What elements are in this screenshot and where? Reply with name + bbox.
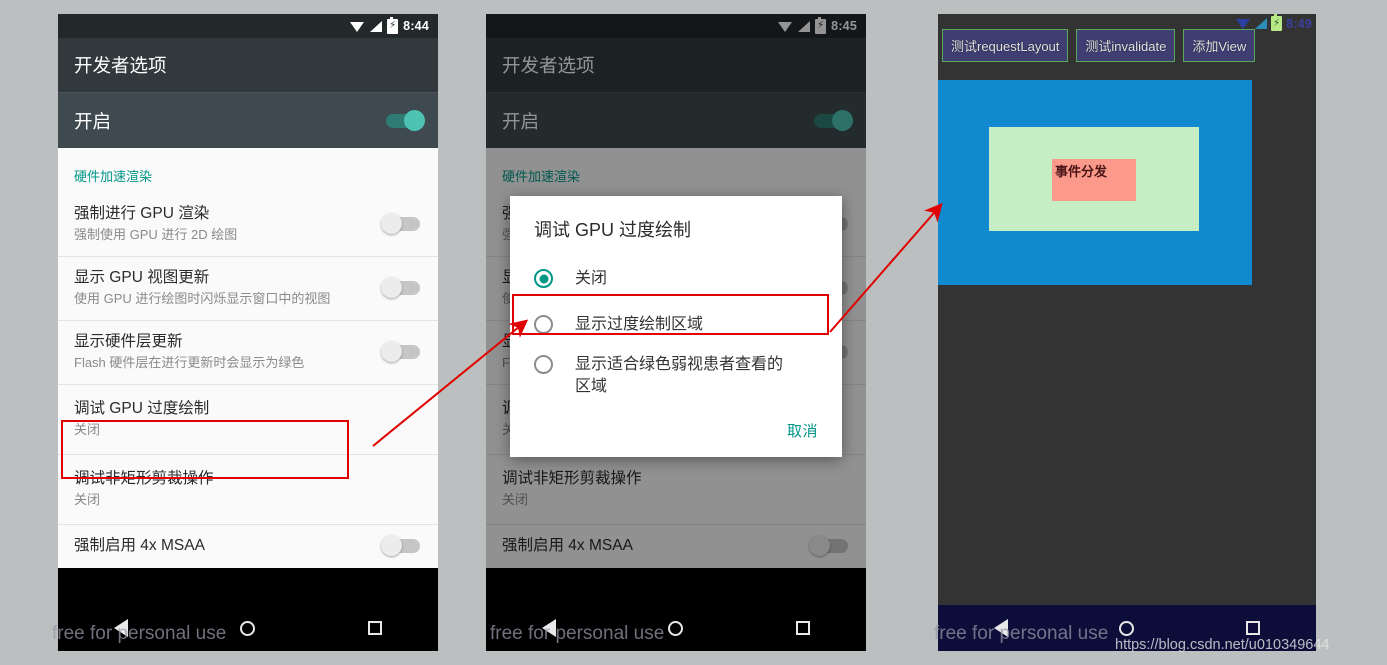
- page-title: 开发者选项: [502, 55, 595, 76]
- home-icon[interactable]: [240, 620, 256, 636]
- test-request-layout-button[interactable]: 测试requestLayout: [942, 29, 1069, 62]
- settings-row-show-gpu-view-updates[interactable]: 显示 GPU 视图更新 使用 GPU 进行绘图时闪烁显示窗口中的视图: [58, 256, 438, 320]
- dialog-title: 调试 GPU 过度绘制: [534, 220, 692, 240]
- section-header-hardware: 硬件加速渲染: [502, 169, 581, 184]
- status-bar-clock: 8:49: [1286, 16, 1312, 31]
- row-subtitle: 关闭: [502, 492, 529, 507]
- status-bar-clock: 8:44: [403, 19, 429, 33]
- screenshot-root: ⚡ 8:44 开发者选项 开启 硬件加速渲染 强制进行 GPU 渲染 强制使用 …: [0, 0, 1387, 665]
- settings-list-1: 硬件加速渲染 强制进行 GPU 渲染 强制使用 GPU 进行 2D 绘图 显示 …: [58, 148, 438, 568]
- wifi-icon: [1236, 18, 1251, 29]
- demo-button-row: 测试requestLayout 测试invalidate 添加View: [942, 29, 1312, 62]
- row-title: 强制启用 4x MSAA: [74, 537, 205, 554]
- row-subtitle: 关闭: [74, 492, 101, 507]
- settings-row-debug-nonrect-clip[interactable]: 调试非矩形剪裁操作 关闭: [58, 454, 438, 524]
- gpu-overdraw-dialog: 调试 GPU 过度绘制 关闭 显示过度绘制区域 显示适合绿色弱视患者查看的区域 …: [510, 196, 842, 457]
- back-icon[interactable]: [542, 619, 557, 637]
- middle-view-green: 事件分发: [989, 127, 1199, 231]
- dialog-option-show-overdraw[interactable]: 显示过度绘制区域: [510, 302, 842, 348]
- row-title: 显示硬件层更新: [74, 333, 183, 350]
- recents-icon[interactable]: [1246, 621, 1261, 635]
- inner-view-label: 事件分发: [1055, 164, 1108, 179]
- dialog-actions: 取消: [510, 410, 842, 451]
- settings-row-force-4x-msaa[interactable]: 强制启用 4x MSAA: [58, 524, 438, 568]
- inner-view-pink: 事件分发: [1052, 159, 1136, 201]
- settings-row-debug-nonrect-clip[interactable]: 调试非矩形剪裁操作 关闭: [486, 454, 866, 524]
- recents-icon[interactable]: [795, 621, 810, 635]
- row-title: 强制进行 GPU 渲染: [74, 205, 210, 222]
- master-switch-label: 开启: [502, 110, 540, 132]
- battery-charging-icon: ⚡: [387, 16, 399, 34]
- radio-unselected-icon[interactable]: [534, 315, 553, 334]
- status-bar-1: ⚡ 8:44: [58, 14, 438, 38]
- home-icon[interactable]: [668, 620, 684, 636]
- dialog-option-label: 关闭: [575, 270, 608, 287]
- app-bar-2: 开发者选项: [486, 38, 866, 92]
- navigation-bar-2: [486, 605, 866, 651]
- row-toggle[interactable]: [381, 535, 420, 556]
- row-title: 强制启用 4x MSAA: [502, 537, 633, 554]
- status-bar-2: ⚡ 8:45: [486, 14, 866, 38]
- phone-screen-3: ⚡ 8:49 测试requestLayout 测试invalidate 添加Vi…: [938, 14, 1316, 651]
- developer-options-master-switch-row[interactable]: 开启: [486, 92, 866, 148]
- radio-selected-icon[interactable]: [534, 269, 553, 288]
- row-subtitle: 使用 GPU 进行绘图时闪烁显示窗口中的视图: [74, 291, 331, 306]
- settings-row-debug-gpu-overdraw[interactable]: 调试 GPU 过度绘制 关闭: [58, 384, 438, 454]
- section-header-hardware: 硬件加速渲染: [74, 169, 153, 184]
- wifi-icon: [778, 21, 793, 32]
- demo-app-root: ⚡ 8:49 测试requestLayout 测试invalidate 添加Vi…: [938, 14, 1316, 651]
- master-switch-toggle[interactable]: [386, 109, 425, 131]
- row-title: 显示 GPU 视图更新: [74, 269, 210, 286]
- settings-row-force-4x-msaa[interactable]: 强制启用 4x MSAA: [486, 524, 866, 568]
- navigation-bar-1: [58, 605, 438, 651]
- row-subtitle: Flash 硬件层在进行更新时会显示为绿色: [74, 355, 305, 370]
- recents-icon[interactable]: [367, 621, 382, 635]
- battery-charging-icon: ⚡: [1271, 14, 1283, 31]
- back-icon[interactable]: [114, 619, 129, 637]
- wifi-icon: [350, 21, 365, 32]
- master-switch-label: 开启: [74, 110, 112, 132]
- cancel-button[interactable]: 取消: [787, 420, 818, 441]
- radio-unselected-icon[interactable]: [534, 355, 553, 374]
- row-title: 调试非矩形剪裁操作: [74, 470, 214, 487]
- back-icon[interactable]: [993, 619, 1008, 637]
- dialog-option-off[interactable]: 关闭: [510, 256, 842, 302]
- phone-screen-1: ⚡ 8:44 开发者选项 开启 硬件加速渲染 强制进行 GPU 渲染 强制使用 …: [58, 14, 438, 651]
- row-toggle[interactable]: [381, 277, 420, 298]
- home-icon[interactable]: [1119, 620, 1135, 636]
- navigation-bar-3: [938, 605, 1316, 651]
- dialog-option-label: 显示过度绘制区域: [575, 316, 704, 333]
- row-title: 调试 GPU 过度绘制: [74, 400, 210, 417]
- row-subtitle: 强制使用 GPU 进行 2D 绘图: [74, 227, 238, 242]
- dialog-option-deuteranomaly[interactable]: 显示适合绿色弱视患者查看的区域: [510, 348, 842, 410]
- app-bar-1: 开发者选项: [58, 38, 438, 92]
- settings-row-show-hw-layer-updates[interactable]: 显示硬件层更新 Flash 硬件层在进行更新时会显示为绿色: [58, 320, 438, 384]
- test-invalidate-button[interactable]: 测试invalidate: [1076, 29, 1176, 62]
- signal-icon: [370, 20, 383, 32]
- settings-row-force-gpu[interactable]: 强制进行 GPU 渲染 强制使用 GPU 进行 2D 绘图: [58, 193, 438, 256]
- row-title: 调试非矩形剪裁操作: [502, 470, 642, 487]
- developer-options-master-switch-row[interactable]: 开启: [58, 92, 438, 148]
- dialog-option-label: 显示适合绿色弱视患者查看的区域: [575, 356, 784, 395]
- row-toggle[interactable]: [381, 341, 420, 362]
- battery-charging-icon: ⚡: [815, 16, 827, 34]
- signal-icon: [1255, 18, 1268, 29]
- row-toggle[interactable]: [381, 213, 420, 234]
- add-view-button[interactable]: 添加View: [1183, 29, 1256, 62]
- page-title: 开发者选项: [74, 55, 167, 76]
- status-bar-3: ⚡ 8:49: [1236, 14, 1312, 31]
- outer-view-blue: 事件分发: [938, 80, 1252, 285]
- status-bar-clock: 8:45: [831, 19, 857, 33]
- signal-icon: [798, 20, 811, 32]
- row-subtitle: 关闭: [74, 422, 101, 437]
- master-switch-toggle[interactable]: [814, 109, 853, 131]
- row-toggle[interactable]: [809, 535, 848, 556]
- phone-screen-2: ⚡ 8:45 开发者选项 开启 硬件加速渲染 强 强 显 使: [486, 14, 866, 651]
